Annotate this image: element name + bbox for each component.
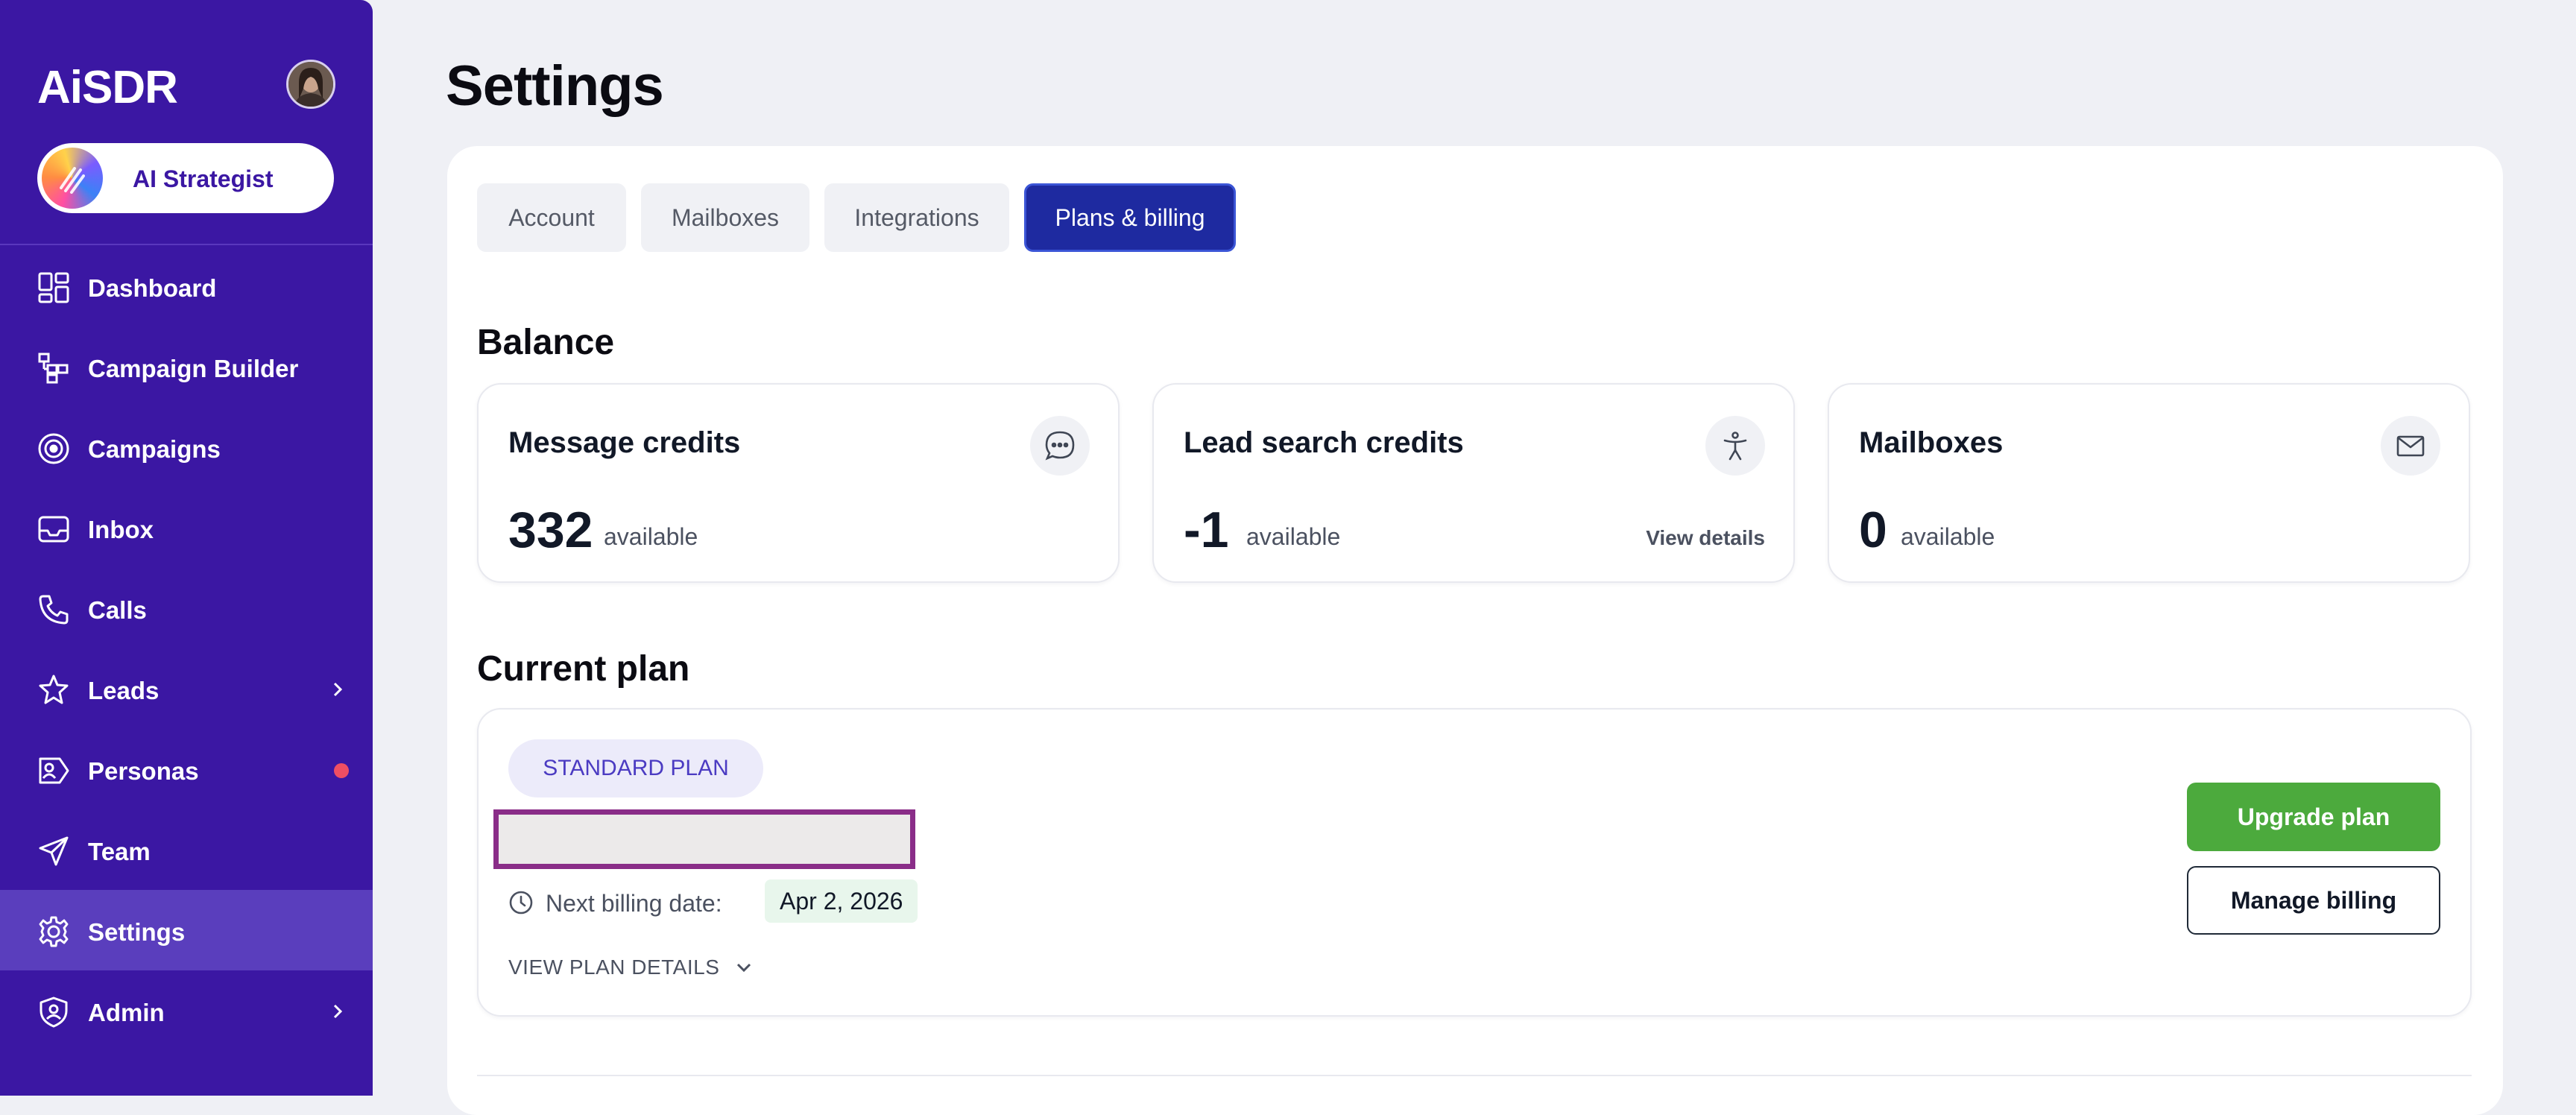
sidebar-item-label: Personas xyxy=(88,757,199,785)
balance-heading: Balance xyxy=(477,323,615,362)
current-plan-heading: Current plan xyxy=(477,649,690,689)
sidebar-item-settings[interactable]: Settings xyxy=(0,890,373,970)
lead-search-credits-card: Lead search credits -1 available View de… xyxy=(1152,383,1795,583)
send-icon xyxy=(37,835,70,868)
brand-row: AiSDR xyxy=(37,60,335,119)
sidebar-item-label: Dashboard xyxy=(88,274,217,302)
lead-search-credits-value: -1 xyxy=(1184,502,1229,558)
ai-strategist-label: AI Strategist xyxy=(133,165,274,192)
view-details-link[interactable]: View details xyxy=(1646,526,1765,550)
sidebar-item-campaigns[interactable]: Campaigns xyxy=(0,407,373,487)
phone-icon xyxy=(37,593,70,626)
clock-icon xyxy=(508,890,534,915)
mailboxes-value: 0 xyxy=(1859,502,1887,558)
sidebar-item-label: Calls xyxy=(88,596,147,624)
dashboard-icon xyxy=(37,271,70,304)
view-plan-details-label: VIEW PLAN DETAILS xyxy=(508,956,720,979)
current-plan-card: STANDARD PLAN Next billing date: Apr 2, … xyxy=(477,708,2472,1017)
billing-date-value: Apr 2, 2026 xyxy=(765,879,918,923)
card-title: Message credits xyxy=(508,426,741,459)
chevron-down-icon xyxy=(733,957,754,981)
tab-plans-billing[interactable]: Plans & billing xyxy=(1024,183,1236,252)
mail-icon xyxy=(2381,416,2440,476)
sidebar-item-label: Admin xyxy=(88,999,165,1026)
gear-icon xyxy=(37,915,70,948)
ai-strategist-orb-icon xyxy=(42,148,103,209)
target-icon xyxy=(37,432,70,465)
sidebar-item-label: Inbox xyxy=(88,516,154,543)
sidebar-item-personas[interactable]: Personas xyxy=(0,729,373,809)
star-person-icon xyxy=(37,674,70,707)
mailboxes-sub: available xyxy=(1901,523,1995,550)
inbox-icon xyxy=(37,513,70,546)
sidebar-item-label: Leads xyxy=(88,677,160,704)
section-divider xyxy=(477,1075,2472,1076)
app-logo[interactable]: AiSDR xyxy=(37,61,178,114)
page-title: Settings xyxy=(446,54,664,118)
sidebar-item-inbox[interactable]: Inbox xyxy=(0,487,373,568)
sidebar-item-label: Campaigns xyxy=(88,435,221,463)
ai-strategist-button[interactable]: AI Strategist xyxy=(37,143,334,213)
accessibility-person-icon xyxy=(1705,416,1765,476)
card-title: Mailboxes xyxy=(1859,426,2004,459)
view-plan-details-toggle[interactable]: VIEW PLAN DETAILS xyxy=(508,956,754,981)
chat-bubble-icon xyxy=(1030,416,1090,476)
message-credits-sub: available xyxy=(604,523,698,550)
sidebar-item-team[interactable]: Team xyxy=(0,809,373,890)
campaign-builder-icon xyxy=(37,352,70,385)
message-credits-card: Message credits 332 available xyxy=(477,383,1120,583)
sidebar-item-label: Team xyxy=(88,838,151,865)
upgrade-plan-button[interactable]: Upgrade plan xyxy=(2187,783,2440,851)
tab-integrations[interactable]: Integrations xyxy=(824,183,1009,252)
plan-badge: STANDARD PLAN xyxy=(508,739,763,797)
mailboxes-card: Mailboxes 0 available xyxy=(1828,383,2470,583)
card-title: Lead search credits xyxy=(1184,426,1464,459)
sidebar-item-calls[interactable]: Calls xyxy=(0,568,373,648)
manage-billing-button[interactable]: Manage billing xyxy=(2187,866,2440,935)
sidebar-item-label: Campaign Builder xyxy=(88,355,299,382)
sidebar: AiSDR AI Strategist Dashboard Campaign B… xyxy=(0,0,373,1096)
billing-date-label: Next billing date: xyxy=(546,890,722,917)
sidebar-item-admin[interactable]: Admin xyxy=(0,970,373,1051)
sidebar-item-dashboard[interactable]: Dashboard xyxy=(0,246,373,326)
sidebar-item-label: Settings xyxy=(88,918,186,946)
chevron-right-icon xyxy=(329,677,347,702)
tab-account[interactable]: Account xyxy=(477,183,626,252)
tab-mailboxes[interactable]: Mailboxes xyxy=(641,183,809,252)
redacted-plan-price xyxy=(493,809,915,869)
sidebar-item-campaign-builder[interactable]: Campaign Builder xyxy=(0,326,373,407)
sidebar-divider xyxy=(0,244,373,245)
user-avatar[interactable] xyxy=(286,60,335,109)
persona-tag-icon xyxy=(37,754,70,787)
notification-dot xyxy=(334,763,349,778)
chevron-right-icon xyxy=(329,999,347,1024)
message-credits-value: 332 xyxy=(508,502,593,558)
shield-icon xyxy=(37,996,70,1029)
lead-search-credits-sub: available xyxy=(1246,523,1341,550)
sidebar-item-leads[interactable]: Leads xyxy=(0,648,373,729)
